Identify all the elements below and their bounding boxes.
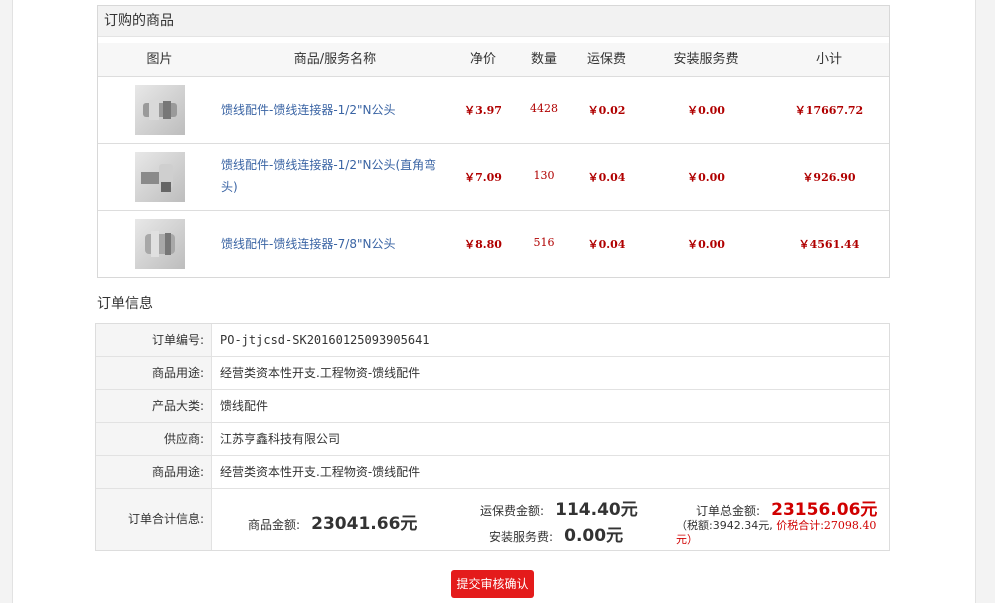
submit-review-button[interactable]: 提交审核确认 bbox=[451, 570, 534, 598]
col-price: 净价 bbox=[469, 52, 496, 67]
supplier-label: 供应商: bbox=[96, 423, 212, 455]
goods-amount-value: 23041.66元 bbox=[311, 514, 418, 534]
col-shipping: 运保费 bbox=[586, 52, 626, 67]
usage-label: 商品用途: bbox=[96, 357, 212, 389]
product-shipping: ￥0.04 bbox=[587, 171, 626, 184]
col-name: 商品/服务名称 bbox=[293, 52, 377, 67]
tax-total-label: 价税合计: bbox=[776, 519, 824, 532]
order-info-row: 供应商: 江苏亨鑫科技有限公司 bbox=[96, 423, 889, 456]
shipping-amount-value: 114.40元 bbox=[555, 500, 638, 520]
usage-label-2: 商品用途: bbox=[96, 456, 212, 488]
product-price: ￥3.97 bbox=[464, 104, 502, 117]
order-total-values: 商品金额: 23041.66元 运保费金额: 114.40元 安装服务费: 0.… bbox=[212, 489, 889, 550]
product-image[interactable] bbox=[135, 85, 185, 135]
goods-amount: 商品金额: 23041.66元 bbox=[248, 509, 417, 534]
product-image[interactable] bbox=[135, 152, 185, 202]
product-row: 馈线配件-馈线连接器-7/8"N公头 ￥8.80 516 ￥0.04 ￥0.00… bbox=[98, 211, 889, 277]
order-info-row: 产品大类: 馈线配件 bbox=[96, 390, 889, 423]
usage-value-2: 经营类资本性开支.工程物资-馈线配件 bbox=[220, 465, 421, 479]
order-number-value: PO-jtjcsd-SK20160125093905641 bbox=[220, 333, 430, 347]
product-name-link[interactable]: 馈线配件-馈线连接器-1/2"N公头 bbox=[221, 99, 449, 121]
usage-value: 经营类资本性开支.工程物资-馈线配件 bbox=[220, 366, 421, 380]
products-title: 订购的商品 bbox=[98, 6, 889, 37]
install-amount-label: 安装服务费: bbox=[489, 530, 554, 544]
products-column-header: 图片 商品/服务名称 净价 数量 运保费 安装服务费 小计 bbox=[98, 43, 889, 77]
category-label: 产品大类: bbox=[96, 390, 212, 422]
product-price: ￥8.80 bbox=[464, 238, 502, 251]
product-install: ￥0.00 bbox=[687, 104, 725, 117]
product-image[interactable] bbox=[135, 219, 185, 269]
tax-line-suffix: 元） bbox=[676, 533, 698, 546]
product-subtotal: ￥4561.44 bbox=[798, 238, 860, 251]
product-shipping: ￥0.04 bbox=[587, 238, 626, 251]
product-row: 馈线配件-馈线连接器-1/2"N公头(直角弯头) ￥7.09 130 ￥0.04… bbox=[98, 144, 889, 211]
order-info-title: 订单信息 bbox=[97, 296, 153, 312]
order-number-label: 订单编号: bbox=[96, 324, 212, 356]
product-row: 馈线配件-馈线连接器-1/2"N公头 ￥3.97 4428 ￥0.02 ￥0.0… bbox=[98, 77, 889, 144]
goods-amount-label: 商品金额: bbox=[248, 518, 301, 532]
product-qty: 4428 bbox=[530, 102, 558, 115]
shipping-amount: 运保费金额: 114.40元 bbox=[480, 495, 638, 520]
ordered-products-panel: 订购的商品 图片 商品/服务名称 净价 数量 运保费 安装服务费 小计 馈线配件… bbox=[97, 5, 890, 278]
order-grand-total: 订单总金额: 23156.06元 bbox=[696, 495, 877, 520]
tax-total-value: 27098.40 bbox=[823, 519, 877, 532]
product-qty: 516 bbox=[533, 236, 555, 249]
product-install: ￥0.00 bbox=[687, 238, 725, 251]
product-shipping: ￥0.02 bbox=[587, 104, 626, 117]
col-qty: 数量 bbox=[530, 52, 557, 67]
order-total-label: 订单合计信息: bbox=[96, 489, 212, 550]
product-subtotal: ￥926.90 bbox=[802, 171, 856, 184]
order-grand-total-label: 订单总金额: bbox=[696, 504, 761, 518]
product-price: ￥7.09 bbox=[464, 171, 502, 184]
col-image: 图片 bbox=[146, 52, 173, 67]
supplier-value: 江苏亨鑫科技有限公司 bbox=[220, 432, 341, 446]
order-info-row: 商品用途: 经营类资本性开支.工程物资-馈线配件 bbox=[96, 357, 889, 390]
product-qty: 130 bbox=[533, 169, 555, 182]
install-amount-value: 0.00元 bbox=[564, 526, 624, 546]
product-subtotal: ￥17667.72 bbox=[794, 104, 864, 117]
product-install: ￥0.00 bbox=[687, 171, 725, 184]
product-name-link[interactable]: 馈线配件-馈线连接器-7/8"N公头 bbox=[221, 233, 449, 255]
order-total-row: 订单合计信息: 商品金额: 23041.66元 运保费金额: 114.40元 安… bbox=[96, 489, 889, 550]
category-value: 馈线配件 bbox=[220, 399, 269, 413]
order-info-table: 订单编号: PO-jtjcsd-SK20160125093905641 商品用途… bbox=[95, 323, 890, 551]
tax-amount-text: （税额:3942.34元, bbox=[676, 519, 773, 532]
order-info-row: 商品用途: 经营类资本性开支.工程物资-馈线配件 bbox=[96, 456, 889, 489]
install-amount: 安装服务费: 0.00元 bbox=[489, 521, 623, 546]
order-info-row: 订单编号: PO-jtjcsd-SK20160125093905641 bbox=[96, 324, 889, 357]
tax-line: （税额:3942.34元, 价税合计:27098.40 元） bbox=[676, 519, 896, 547]
order-grand-total-value: 23156.06元 bbox=[771, 500, 878, 520]
product-name-link[interactable]: 馈线配件-馈线连接器-1/2"N公头(直角弯头) bbox=[221, 154, 449, 198]
col-subtotal: 小计 bbox=[815, 52, 842, 67]
col-install: 安装服务费 bbox=[673, 52, 739, 67]
shipping-amount-label: 运保费金额: bbox=[480, 504, 545, 518]
